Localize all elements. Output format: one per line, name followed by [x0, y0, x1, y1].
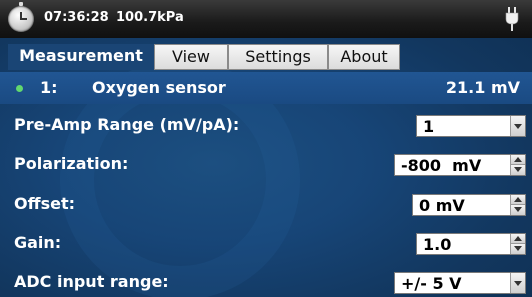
status-pressure: 100.7kPa: [116, 10, 184, 25]
stopwatch-knob: [19, 2, 23, 6]
app-screen: 07:36:28 100.7kPa Measurement View Setti…: [0, 0, 532, 297]
step-down-icon[interactable]: [511, 244, 525, 254]
step-down-icon[interactable]: [511, 205, 525, 215]
step-down-icon[interactable]: [511, 165, 525, 175]
polarization-stepper[interactable]: [510, 155, 525, 175]
offset-value: 0 mV: [419, 196, 465, 215]
offset-stepper[interactable]: [510, 195, 525, 215]
stopwatch-icon: [8, 2, 34, 32]
polarization-label: Polarization:: [14, 154, 129, 173]
tab-settings[interactable]: Settings: [228, 44, 328, 70]
step-up-icon[interactable]: [511, 155, 525, 165]
tab-view[interactable]: View: [154, 44, 228, 70]
chevron-down-icon[interactable]: [510, 273, 525, 293]
tab-measurement[interactable]: Measurement: [8, 44, 154, 70]
polarization-value: -800 mV: [401, 156, 482, 175]
status-bar: 07:36:28 100.7kPa: [0, 0, 532, 38]
polarization-spinbox[interactable]: -800 mV: [394, 154, 526, 176]
stopwatch-hand-minute: [20, 18, 27, 20]
sensor-number: 1:: [40, 78, 58, 97]
gain-value: 1.0: [423, 235, 452, 254]
step-up-icon[interactable]: [511, 195, 525, 205]
step-up-icon[interactable]: [511, 234, 525, 244]
adc-input-range-dropdown[interactable]: +/- 5 V: [394, 272, 526, 294]
gain-label: Gain:: [14, 233, 62, 252]
sensor-value: 21.1 mV: [445, 78, 520, 97]
gain-spinbox[interactable]: 1.0: [416, 233, 526, 255]
adc-input-range-label: ADC input range:: [14, 272, 169, 291]
preamp-range-dropdown[interactable]: 1: [416, 115, 526, 137]
gain-stepper[interactable]: [510, 234, 525, 254]
chevron-down-icon[interactable]: [510, 116, 525, 136]
power-plug-icon: [505, 7, 519, 31]
sensor-header: 1: Oxygen sensor 21.1 mV: [0, 72, 532, 104]
sensor-name: Oxygen sensor: [92, 78, 226, 97]
offset-spinbox[interactable]: 0 mV: [412, 194, 526, 216]
tab-about[interactable]: About: [328, 44, 400, 70]
preamp-range-value: 1: [423, 117, 435, 136]
adc-input-range-value: +/- 5 V: [401, 274, 462, 293]
preamp-range-label: Pre-Amp Range (mV/pA):: [14, 115, 240, 134]
offset-label: Offset:: [14, 194, 75, 213]
sensor-status-indicator: [16, 85, 23, 92]
status-time: 07:36:28: [44, 10, 109, 25]
